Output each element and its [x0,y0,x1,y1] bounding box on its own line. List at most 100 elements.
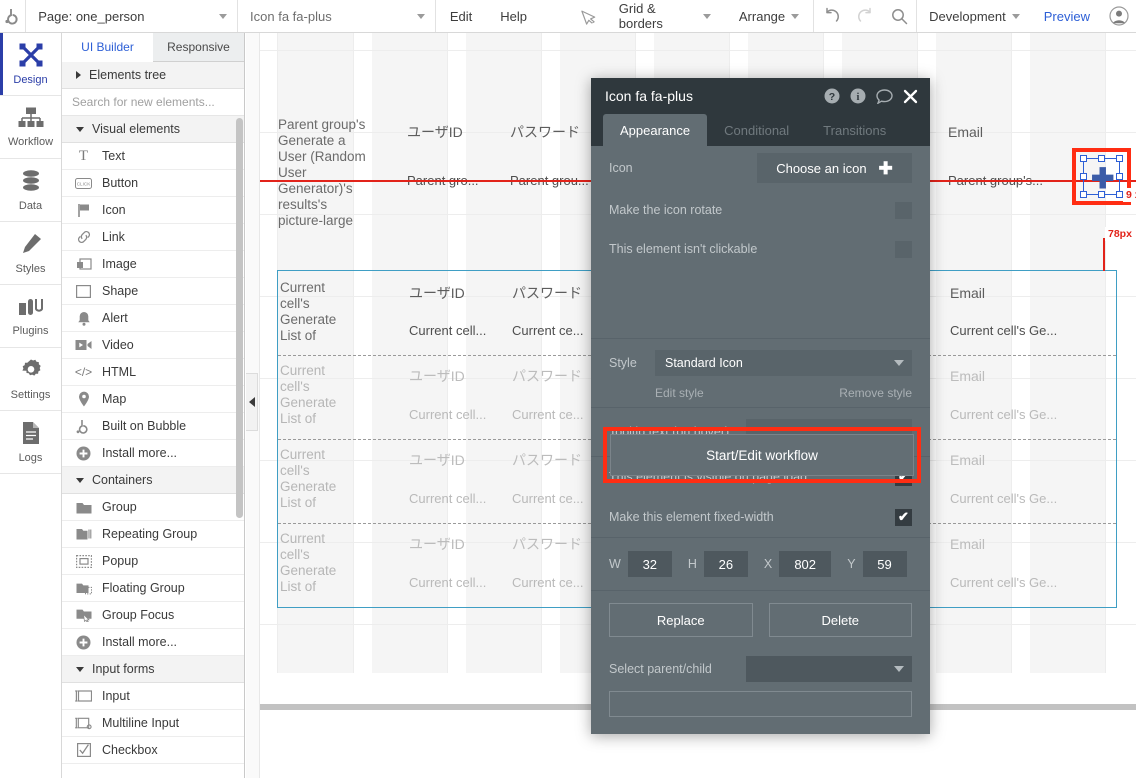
bubble-editor-window: Page: one_person Icon fa fa-plus Edit He… [0,0,1136,778]
element-item-input[interactable]: Input [62,683,244,710]
rail-item-workflow[interactable]: Workflow [0,96,61,159]
select-parent-dropdown[interactable] [746,656,912,682]
choose-an-icon-button[interactable]: Choose an icon ✚ [757,153,912,183]
menu-edit[interactable]: Edit [436,0,486,32]
tab-responsive[interactable]: Responsive [153,33,244,62]
style-label: Style [609,356,637,370]
panel-collapse-toggle[interactable] [246,373,258,431]
fixed-width-checkbox[interactable]: ✔ [895,508,912,526]
account-avatar-icon[interactable] [1102,6,1136,26]
resize-handle-s[interactable] [1097,191,1105,198]
rail-item-plugins[interactable]: Plugins [0,285,61,348]
grid-borders-menu[interactable]: Grid & borders [605,0,725,32]
element-item-repeating-group[interactable]: Repeating Group [62,521,244,548]
element-item-floating-group[interactable]: Floating Group [62,575,244,602]
tab-appearance[interactable]: Appearance [603,114,708,146]
version-selector[interactable]: Development [917,0,1032,32]
element-label: Floating Group [102,581,185,595]
shape-icon [75,284,92,298]
bottom-partial-button[interactable] [609,691,912,717]
element-item-text[interactable]: T Text [62,143,244,170]
style-select[interactable]: Standard Icon [655,350,912,376]
rail-item-styles[interactable]: Styles [0,222,61,285]
menu-help[interactable]: Help [486,0,541,32]
start-edit-workflow-button[interactable]: Start/Edit workflow [610,434,914,476]
tab-ui-builder[interactable]: UI Builder [62,33,153,62]
search-icon[interactable] [882,8,916,25]
search-elements-input[interactable]: Search for new elements... [62,89,244,116]
element-item-video[interactable]: Video [62,332,244,359]
element-label: Icon [102,203,126,217]
element-selector[interactable]: Icon fa fa-plus [238,0,436,32]
element-item-group[interactable]: Group [62,494,244,521]
comment-icon[interactable] [876,88,893,104]
element-item-group-focus[interactable]: Group Focus [62,602,244,629]
element-item-install-more-visual[interactable]: Install more... [62,440,244,467]
dialog-header[interactable]: Icon fa fa-plus ? i [591,78,930,114]
group-header-input-forms[interactable]: Input forms [62,656,244,683]
cell-col-userid: ユーザID [409,452,465,468]
x-input[interactable]: 802 [779,551,832,577]
rail-item-settings[interactable]: Settings [0,348,61,411]
group-header-visual-elements[interactable]: Visual elements [62,116,244,143]
resize-handle-ne[interactable] [1116,155,1123,162]
element-item-shape[interactable]: Shape [62,278,244,305]
element-item-icon[interactable]: Icon [62,197,244,224]
resize-handle-w[interactable] [1080,172,1087,180]
not-clickable-row: This element isn't clickable [591,230,930,268]
dialog-title: Icon fa fa-plus [605,88,693,104]
element-item-popup[interactable]: Popup [62,548,244,575]
plus-icon[interactable]: ✚ [1091,165,1114,193]
cell-col-password: パスワード [512,368,582,384]
not-clickable-checkbox[interactable] [895,240,912,258]
elements-tree-header[interactable]: Elements tree [62,62,244,89]
edit-style-link[interactable]: Edit style [655,386,704,400]
element-item-map[interactable]: Map [62,386,244,413]
help-icon[interactable]: ? [824,88,840,104]
svg-text:i: i [857,92,860,103]
arrow-cursor-icon[interactable] [573,0,605,32]
element-label: Checkbox [102,743,158,757]
resize-handle-sw[interactable] [1080,191,1087,198]
cell-col-userid: ユーザID [409,368,465,384]
element-item-install-more-containers[interactable]: Install more... [62,629,244,656]
resize-handle-e[interactable] [1116,172,1123,180]
element-item-link[interactable]: Link [62,224,244,251]
rail-item-data[interactable]: Data [0,159,61,222]
info-icon[interactable]: i [850,88,866,104]
delete-button[interactable]: Delete [768,603,912,637]
tab-conditional[interactable]: Conditional [707,114,806,146]
element-item-image[interactable]: Image [62,251,244,278]
panel-scrollbar[interactable] [236,118,243,518]
rotate-checkbox[interactable] [895,201,912,219]
group-header-containers[interactable]: Containers [62,467,244,494]
element-item-multiline-input[interactable]: Multiline Input [62,710,244,737]
element-item-html[interactable]: </> HTML [62,359,244,386]
element-item-button[interactable]: CLICK Button [62,170,244,197]
replace-button[interactable]: Replace [609,603,753,637]
element-item-built-on-bubble[interactable]: Built on Bubble [62,413,244,440]
resize-handle-nw[interactable] [1080,155,1087,162]
resize-handle-se[interactable] [1116,191,1123,198]
redo-icon[interactable] [848,7,882,26]
preview-button[interactable]: Preview [1032,0,1102,32]
tab-transitions[interactable]: Transitions [806,114,903,146]
bubble-logo-icon[interactable] [0,0,27,32]
width-input[interactable]: 32 [627,551,672,577]
undo-icon[interactable] [814,7,848,26]
page-selector[interactable]: Page: one_person [26,0,239,32]
element-item-alert[interactable]: Alert [62,305,244,332]
element-item-checkbox[interactable]: Checkbox [62,737,244,764]
resize-handle-n[interactable] [1097,155,1105,162]
arrange-menu[interactable]: Arrange [725,0,813,32]
rail-label: Styles [15,262,46,275]
rail-item-design[interactable]: Design [0,33,61,96]
design-icon [18,43,44,72]
y-input[interactable]: 59 [862,551,907,577]
height-label: H [687,557,697,571]
rail-item-logs[interactable]: Logs [0,411,61,474]
link-icon [75,229,92,245]
height-input[interactable]: 26 [703,551,748,577]
close-icon[interactable] [903,89,918,104]
remove-style-link[interactable]: Remove style [839,386,912,400]
